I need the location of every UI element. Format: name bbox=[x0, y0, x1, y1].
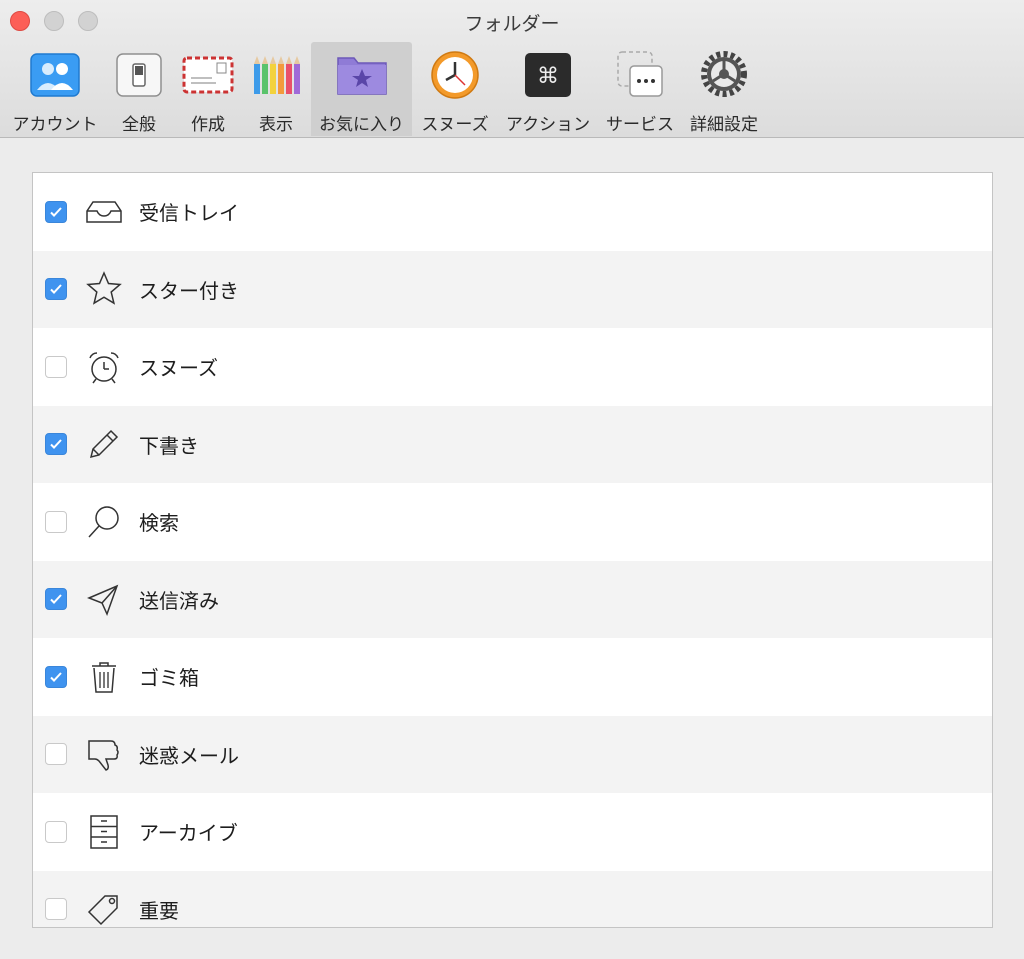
paper-plane-icon bbox=[85, 580, 123, 618]
folder-row-drafts[interactable]: 下書き bbox=[33, 405, 992, 483]
toolbar-label: 詳細設定 bbox=[690, 115, 758, 135]
star-folder-icon bbox=[336, 48, 388, 100]
toolbar-item-services[interactable]: サービス bbox=[600, 42, 680, 136]
folder-row-sent[interactable]: 送信済み bbox=[33, 560, 992, 638]
toolbar-label: お気に入り bbox=[319, 115, 404, 135]
clock-icon bbox=[429, 48, 481, 100]
star-icon bbox=[85, 270, 123, 308]
toolbar-label: アカウント bbox=[12, 115, 98, 135]
gear-icon bbox=[698, 48, 750, 100]
folder-label: 受信トレイ bbox=[139, 201, 239, 226]
checkbox-checked[interactable] bbox=[45, 200, 67, 223]
colored-pencils-icon bbox=[250, 48, 302, 100]
alarm-clock-icon bbox=[85, 348, 123, 386]
folder-label: 重要 bbox=[139, 898, 179, 923]
folder-label: スヌーズ bbox=[139, 356, 218, 381]
search-icon bbox=[85, 503, 123, 541]
titlebar-toolbar: フォルダー アカウント 全般 作成 表示 お気に入り スヌーズ ⌘ アクション … bbox=[0, 0, 1024, 138]
folder-label: 迷惑メール bbox=[139, 743, 239, 768]
checkbox-unchecked[interactable] bbox=[45, 743, 67, 766]
checkbox-unchecked[interactable] bbox=[45, 510, 67, 533]
toolbar-item-display[interactable]: 表示 bbox=[245, 42, 307, 136]
toolbar-item-favorites[interactable]: お気に入り bbox=[311, 42, 412, 136]
folder-label: ゴミ箱 bbox=[139, 666, 199, 691]
accounts-icon bbox=[29, 48, 81, 100]
preferences-window: フォルダー アカウント 全般 作成 表示 お気に入り スヌーズ ⌘ アクション … bbox=[0, 0, 1024, 959]
folder-label: 検索 bbox=[139, 511, 179, 536]
pencil-icon bbox=[85, 425, 123, 463]
thumbs-down-icon bbox=[85, 735, 123, 773]
toolbar-label: サービス bbox=[606, 115, 674, 135]
toolbar-label: 全般 bbox=[122, 115, 156, 135]
svg-text:⌘: ⌘ bbox=[537, 64, 559, 89]
favorites-folder-list: 受信トレイ スター付き スヌーズ 下書き 検索 送信済み ゴミ箱 迷惑メール ア… bbox=[32, 172, 993, 928]
trash-icon bbox=[85, 658, 123, 696]
toolbar-item-accounts[interactable]: アカウント bbox=[6, 42, 104, 136]
checkbox-unchecked[interactable] bbox=[45, 820, 67, 843]
folder-row-important[interactable]: 重要 bbox=[33, 870, 992, 927]
toolbar-label: 作成 bbox=[191, 115, 225, 135]
folder-row-junk[interactable]: 迷惑メール bbox=[33, 715, 992, 793]
checkbox-checked[interactable] bbox=[45, 278, 67, 301]
folder-label: スター付き bbox=[139, 278, 239, 303]
compose-envelope-icon bbox=[182, 48, 234, 100]
folder-row-inbox[interactable]: 受信トレイ bbox=[33, 173, 992, 251]
toolbar-label: アクション bbox=[505, 115, 591, 135]
folder-label: アーカイブ bbox=[139, 821, 238, 846]
toolbar-item-compose[interactable]: 作成 bbox=[177, 42, 239, 136]
command-key-icon: ⌘ bbox=[522, 48, 574, 100]
services-dots-icon bbox=[614, 48, 666, 100]
archive-drawers-icon bbox=[85, 813, 123, 851]
inbox-tray-icon bbox=[85, 193, 123, 231]
window-title: フォルダー bbox=[464, 13, 560, 35]
toolbar-item-actions[interactable]: ⌘ アクション bbox=[500, 42, 596, 136]
checkbox-checked[interactable] bbox=[45, 433, 67, 456]
checkbox-checked[interactable] bbox=[45, 588, 67, 611]
checkbox-unchecked[interactable] bbox=[45, 898, 67, 921]
folder-row-search[interactable]: 検索 bbox=[33, 483, 992, 561]
toolbar-item-advanced[interactable]: 詳細設定 bbox=[684, 42, 764, 136]
toolbar-item-general[interactable]: 全般 bbox=[108, 42, 170, 136]
folder-row-snooze[interactable]: スヌーズ bbox=[33, 328, 992, 406]
folder-row-archive[interactable]: アーカイブ bbox=[33, 793, 992, 871]
folder-row-starred[interactable]: スター付き bbox=[33, 250, 992, 328]
general-switch-icon bbox=[113, 48, 165, 100]
toolbar-label: 表示 bbox=[259, 115, 293, 135]
checkbox-checked[interactable] bbox=[45, 665, 67, 688]
toolbar-label: スヌーズ bbox=[421, 115, 489, 135]
checkbox-unchecked[interactable] bbox=[45, 355, 67, 378]
folder-row-trash[interactable]: ゴミ箱 bbox=[33, 638, 992, 716]
folder-label: 下書き bbox=[139, 433, 199, 458]
tag-icon bbox=[85, 890, 123, 927]
toolbar-item-snooze[interactable]: スヌーズ bbox=[416, 42, 494, 136]
folder-label: 送信済み bbox=[139, 588, 219, 613]
